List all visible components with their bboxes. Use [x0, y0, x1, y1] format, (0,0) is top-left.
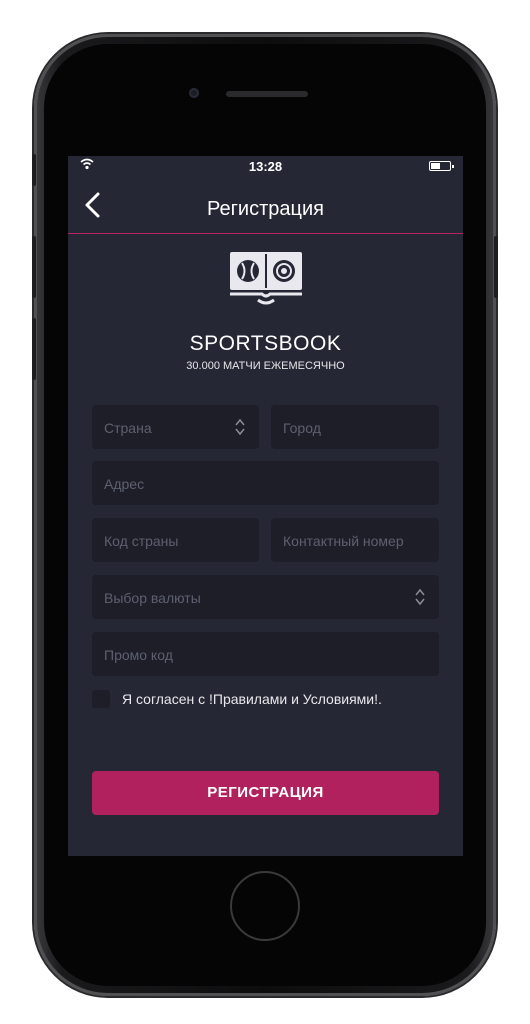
up-down-arrows-icon: [235, 418, 245, 436]
country-code-field[interactable]: Код страны: [92, 518, 259, 562]
address-placeholder: Адрес: [104, 476, 145, 492]
volume-up-button: [32, 236, 36, 298]
phone-placeholder: Контактный номер: [283, 533, 404, 549]
brand-tagline: 30.000 МАТЧИ ЕЖЕМЕСЯЧНО: [186, 360, 345, 372]
promo-code-field[interactable]: Промо код: [92, 632, 439, 676]
register-button[interactable]: РЕГИСТРАЦИЯ: [92, 771, 439, 815]
up-down-arrows-icon: [415, 588, 425, 606]
home-button[interactable]: [230, 871, 300, 941]
country-code-placeholder: Код страны: [104, 533, 179, 549]
terms-label[interactable]: Я согласен с !Правилами и Условиями!.: [122, 691, 382, 707]
city-placeholder: Город: [283, 420, 321, 436]
front-camera: [189, 88, 199, 98]
power-button: [494, 236, 498, 298]
page-title: Регистрация: [207, 198, 324, 220]
status-bar: 13:28: [68, 156, 463, 176]
mute-switch: [32, 154, 36, 186]
terms-checkbox[interactable]: [92, 690, 110, 708]
country-select[interactable]: Страна: [92, 405, 259, 449]
nav-bar: Регистрация: [68, 176, 463, 234]
currency-select[interactable]: Выбор валюты: [92, 575, 439, 619]
promo-placeholder: Промо код: [104, 647, 173, 663]
status-time: 13:28: [248, 159, 283, 174]
address-field[interactable]: Адрес: [92, 461, 439, 505]
book-with-balls-icon: [230, 252, 302, 305]
app-screen: 13:28 Регистрация SPORTSBOOK 30.000 МАТЧ…: [68, 156, 463, 856]
country-placeholder: Страна: [104, 420, 152, 436]
volume-down-button: [32, 318, 36, 380]
city-field[interactable]: Город: [271, 405, 439, 449]
earpiece-speaker: [226, 91, 308, 97]
brand-name: SPORTSBOOK: [189, 332, 342, 355]
phone-field[interactable]: Контактный номер: [271, 518, 439, 562]
currency-placeholder: Выбор валюты: [104, 590, 201, 606]
battery-icon: [429, 161, 454, 171]
